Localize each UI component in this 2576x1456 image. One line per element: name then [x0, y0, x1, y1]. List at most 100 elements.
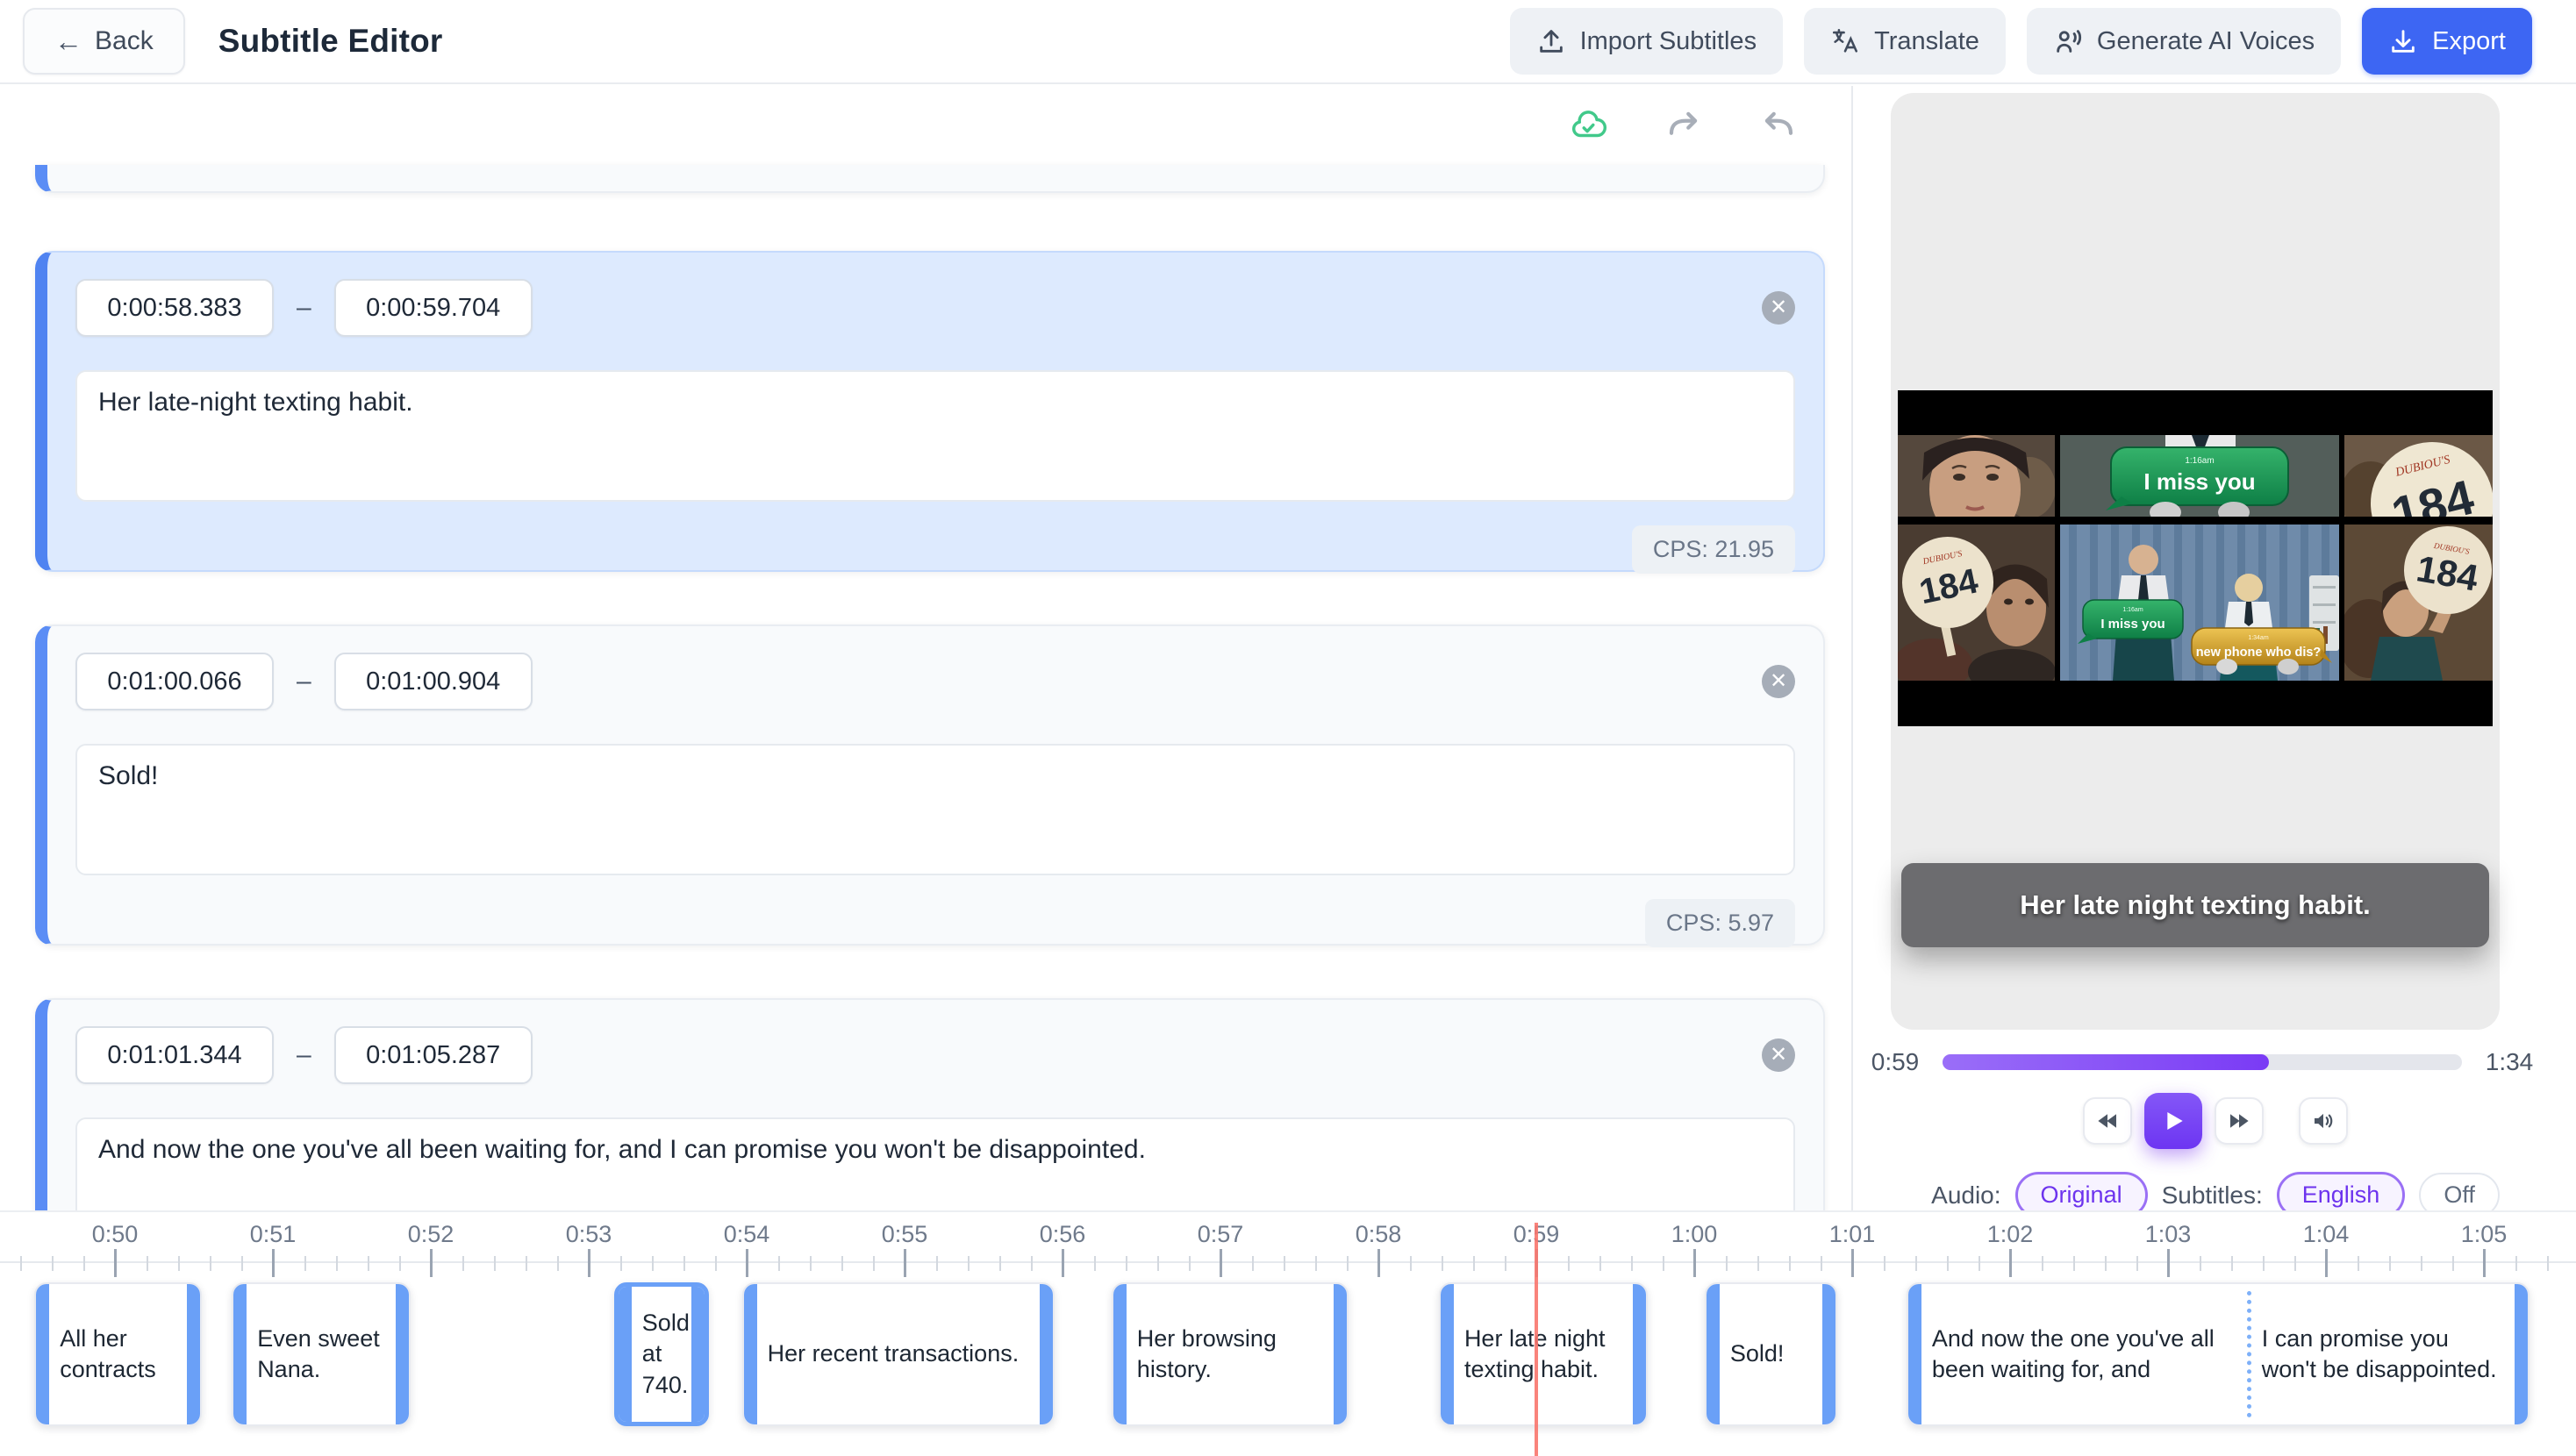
block-resize-handle-right[interactable] [1040, 1284, 1053, 1424]
block-resize-handle-left[interactable] [1908, 1284, 1921, 1424]
block-resize-handle-left[interactable] [744, 1284, 757, 1424]
subtitle-card-clipped[interactable] [35, 165, 1825, 193]
start-time-input[interactable]: 0:01:01.344 [75, 1026, 274, 1084]
current-time-label: 0:59 [1867, 1048, 1923, 1076]
tick-minor [462, 1256, 464, 1271]
download-icon [2388, 26, 2418, 56]
tick-minor [2547, 1256, 2549, 1271]
tick-minor [494, 1256, 496, 1271]
rewind-button[interactable] [2083, 1097, 2132, 1145]
bubble-time-text: 1:16am [2122, 607, 2143, 613]
timeline-block[interactable]: Her recent transactions. [742, 1282, 1055, 1426]
tick-minor [999, 1256, 1001, 1271]
tick-minor [1126, 1256, 1127, 1271]
fast-forward-button[interactable] [2215, 1097, 2264, 1145]
block-resize-handle-right[interactable] [187, 1284, 200, 1424]
block-resize-handle-left[interactable] [619, 1287, 632, 1422]
block-resize-handle-right[interactable] [691, 1287, 705, 1422]
end-time-input[interactable]: 0:01:00.904 [334, 653, 533, 710]
end-time-input[interactable]: 0:00:59.704 [334, 279, 533, 337]
audio-label: Audio: [1931, 1181, 2000, 1210]
tick-minor [83, 1256, 85, 1271]
timeline-block-text: All her contracts [49, 1284, 187, 1424]
tick-label: 0:50 [75, 1221, 154, 1248]
timeline-block[interactable]: Even sweet Nana. [232, 1282, 410, 1426]
translate-button[interactable]: Translate [1804, 8, 2006, 75]
import-subtitles-button[interactable]: Import Subtitles [1510, 8, 1783, 75]
tick-major [1377, 1249, 1380, 1277]
start-time-input[interactable]: 0:01:00.066 [75, 653, 274, 710]
redo-icon[interactable] [1664, 105, 1704, 146]
generate-ai-voices-button[interactable]: Generate AI Voices [2027, 8, 2341, 75]
timeline-block[interactable]: All her contracts [34, 1282, 202, 1426]
timeline-block[interactable]: Her browsing history. [1112, 1282, 1349, 1426]
tick-label: 0:55 [865, 1221, 944, 1248]
tick-minor [2421, 1256, 2422, 1271]
export-button[interactable]: Export [2362, 8, 2532, 75]
tick-minor [968, 1256, 970, 1271]
tick-label: 0:54 [707, 1221, 786, 1248]
block-resize-handle-left[interactable] [233, 1284, 247, 1424]
block-resize-handle-left[interactable] [1707, 1284, 1720, 1424]
seek-bar[interactable] [1943, 1054, 2462, 1070]
block-resize-handle-right[interactable] [2515, 1284, 2528, 1424]
time-separator: – [297, 1040, 311, 1070]
block-resize-handle-left[interactable] [36, 1284, 49, 1424]
delete-subtitle-icon[interactable]: ✕ [1762, 1038, 1795, 1072]
timeline[interactable]: 0:500:510:520:530:540:550:560:570:580:59… [0, 1210, 2576, 1456]
back-label: Back [95, 26, 154, 56]
delete-subtitle-icon[interactable]: ✕ [1762, 291, 1795, 325]
subtitle-text-input[interactable]: And now the one you've all been waiting … [75, 1117, 1795, 1210]
tick-minor [178, 1256, 180, 1271]
tick-major [588, 1249, 590, 1277]
bubble-time-text: 1:16am [2185, 456, 2214, 466]
timeline-block[interactable]: Her late night texting habit. [1439, 1282, 1648, 1426]
volume-button[interactable] [2299, 1097, 2348, 1145]
tick-minor [1442, 1256, 1443, 1271]
timeline-block[interactable]: Sold at 740. [614, 1282, 709, 1426]
subtitle-card[interactable]: 0:01:00.066 – 0:01:00.904 ✕ Sold! CPS: 5… [35, 625, 1825, 946]
tick-major [1693, 1249, 1696, 1277]
timeline-block[interactable]: Sold! [1705, 1282, 1837, 1426]
back-button[interactable]: ← Back [23, 8, 185, 75]
start-time-input[interactable]: 0:00:58.383 [75, 279, 274, 337]
tick-label: 0:51 [233, 1221, 312, 1248]
playhead[interactable] [1535, 1223, 1538, 1456]
undo-icon[interactable] [1758, 105, 1799, 146]
tick-major [2483, 1249, 2486, 1277]
play-button[interactable] [2144, 1093, 2202, 1149]
tick-label: 0:52 [391, 1221, 470, 1248]
subtitle-card[interactable]: 0:01:01.344 – 0:01:05.287 ✕ And now the … [35, 998, 1825, 1210]
tick-minor [2389, 1256, 2391, 1271]
tick-major [114, 1249, 117, 1277]
upload-icon [1536, 26, 1566, 56]
tick-minor [2073, 1256, 2075, 1271]
tick-minor [1789, 1256, 1791, 1271]
tick-minor [399, 1256, 401, 1271]
time-row: 0:01:00.066 – 0:01:00.904 ✕ [75, 653, 1795, 710]
tick-label: 0:56 [1023, 1221, 1102, 1248]
subtitle-card-active[interactable]: 0:00:58.383 – 0:00:59.704 ✕ Her late-nig… [35, 251, 1825, 572]
subtitle-text-input[interactable]: Sold! [75, 744, 1795, 875]
delete-subtitle-icon[interactable]: ✕ [1762, 665, 1795, 698]
end-time-input[interactable]: 0:01:05.287 [334, 1026, 533, 1084]
tick-minor [1821, 1256, 1822, 1271]
block-resize-handle-left[interactable] [1113, 1284, 1127, 1424]
fast-forward-icon [2226, 1108, 2252, 1134]
block-resize-handle-right[interactable] [1822, 1284, 1835, 1424]
translate-label: Translate [1874, 27, 1979, 56]
timeline-block-text: I can promise you won't be disappointed. [2251, 1284, 2515, 1424]
tick-minor [2200, 1256, 2201, 1271]
timeline-block[interactable]: And now the one you've all been waiting … [1907, 1282, 2529, 1426]
block-resize-handle-right[interactable] [396, 1284, 409, 1424]
tick-major [2325, 1249, 2328, 1277]
block-resize-handle-left[interactable] [1441, 1284, 1454, 1424]
block-resize-handle-right[interactable] [1633, 1284, 1646, 1424]
video-frame[interactable]: 1:16am I miss you DUBIOU'S 184 [1898, 390, 2493, 726]
cps-badge: CPS: 21.95 [1632, 525, 1795, 574]
tick-minor [778, 1256, 780, 1271]
subtitle-text-input[interactable]: Her late-night texting habit. [75, 370, 1795, 502]
timeline-block-text: Sold! [1720, 1284, 1822, 1424]
tick-major [1851, 1249, 1854, 1277]
block-resize-handle-right[interactable] [1334, 1284, 1347, 1424]
